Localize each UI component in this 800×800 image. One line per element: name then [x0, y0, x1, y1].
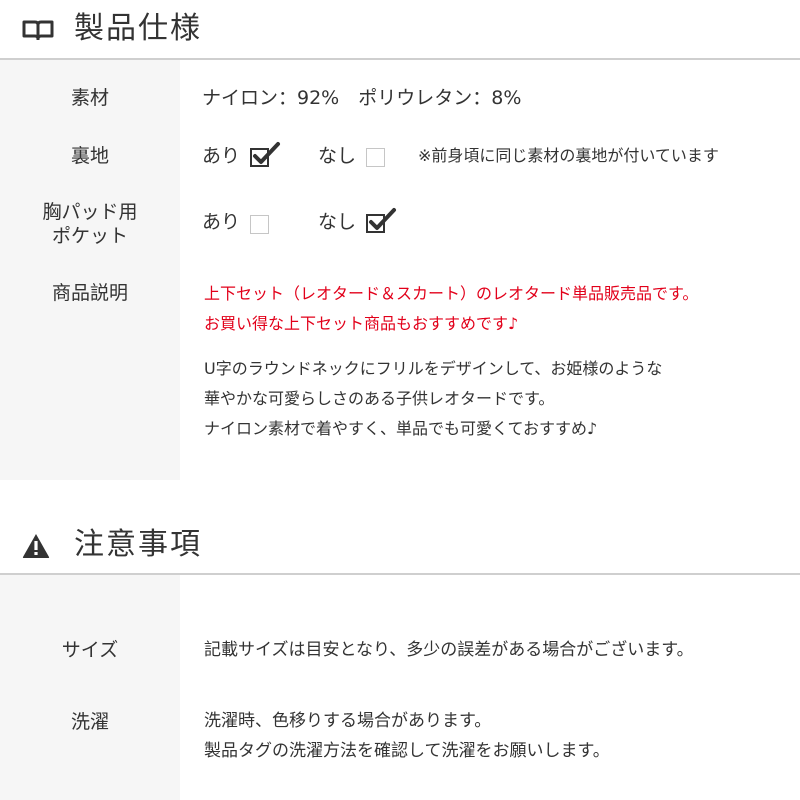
spec-section-title: 製品仕様 [74, 11, 202, 46]
open-book-icon [22, 20, 54, 44]
size-value: 記載サイズは目安となり、多少の誤差がある場合がございます。 [204, 640, 694, 660]
bra-pocket-yes-label: あり [202, 211, 241, 233]
lining-note: ※前身頃に同じ素材の裏地が付いています [418, 146, 719, 165]
washing-line2: 製品タグの洗濯方法を確認して洗濯をお願いします。 [204, 741, 610, 761]
lining-yes-checkbox[interactable] [250, 142, 280, 167]
lining-no-checkbox[interactable] [366, 148, 385, 167]
description-line2: 華やかな可愛らしさのある子供レオタードです。 [204, 389, 555, 408]
bra-pocket-label-line1: 胸パッド用 [42, 201, 138, 223]
description-line1: U字のラウンドネックにフリルをデザインして、お姫様のような [204, 359, 663, 378]
check-icon [253, 142, 280, 164]
lining-yes-label: あり [202, 145, 241, 167]
bra-pocket-label-line2: ポケット [51, 225, 128, 247]
material-value: ナイロン：92% ポリウレタン：8% [202, 87, 522, 109]
spec-label-column [0, 60, 180, 480]
check-icon [369, 208, 396, 230]
spec-section-heading: 製品仕様 [0, 0, 800, 58]
bra-pocket-no-checkbox[interactable] [366, 208, 396, 233]
description-red-line1: 上下セット（レオタード＆スカート）のレオタード単品販売品です。 [204, 284, 699, 303]
bra-pocket-yes-checkbox[interactable] [250, 215, 269, 234]
description-red-line2: お買い得な上下セット商品もおすすめです♪ [204, 314, 519, 333]
bra-pocket-no-label: なし [318, 211, 357, 233]
washing-line1: 洗濯時、色移りする場合があります。 [204, 711, 492, 731]
washing-label: 洗濯 [70, 711, 109, 733]
size-label: サイズ [61, 639, 119, 661]
description-line3: ナイロン素材で着やすく、単品でも可愛くておすすめ♪ [204, 419, 598, 438]
lining-no-label: なし [318, 145, 357, 167]
caution-section-heading: 注意事項 [0, 520, 800, 574]
warning-icon [22, 533, 50, 563]
description-label: 商品説明 [51, 282, 128, 304]
caution-label-column [0, 575, 180, 800]
lining-label: 裏地 [70, 145, 109, 167]
material-label: 素材 [70, 87, 109, 109]
caution-section-title: 注意事項 [74, 527, 202, 562]
